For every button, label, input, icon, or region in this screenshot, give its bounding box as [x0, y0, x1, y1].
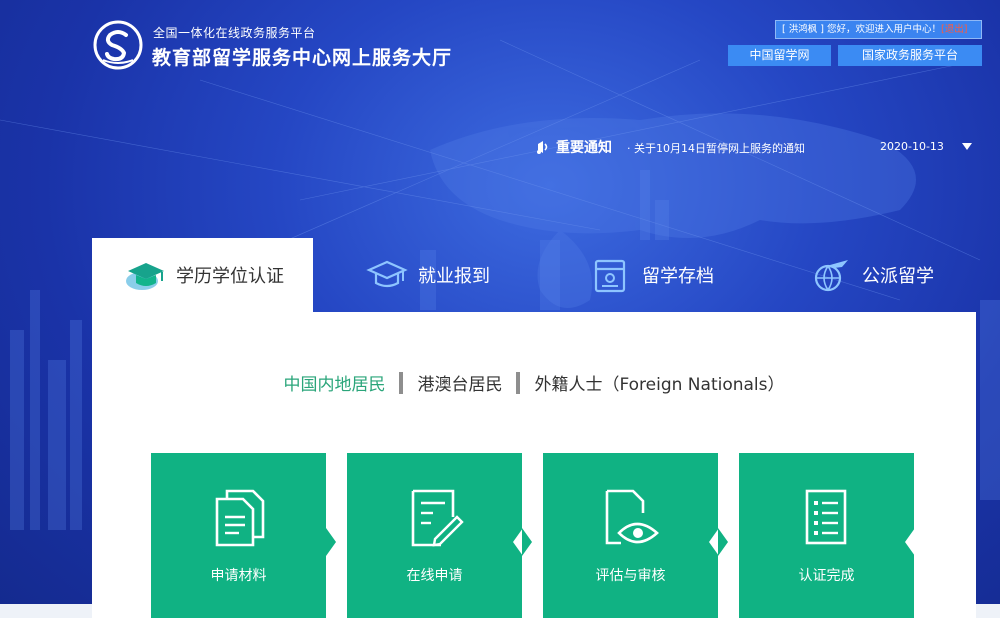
link-china-study-abroad[interactable]: 中国留学网: [728, 45, 831, 66]
notice-link[interactable]: · 关于10月14日暂停网上服务的通知: [627, 140, 805, 156]
tab-label: 学历学位认证: [176, 266, 284, 287]
step-arrow: [718, 528, 728, 556]
tab-degree-certification[interactable]: 学历学位认证: [92, 238, 313, 312]
step-label: 在线申请: [406, 568, 463, 584]
step-label: 申请材料: [210, 568, 267, 584]
archive-folder-icon: [594, 259, 626, 293]
globe-plane-icon: [814, 260, 848, 292]
tab-label: 留学存档: [642, 266, 714, 287]
document-eye-icon: [605, 489, 659, 545]
tab-hk-macao-taiwan-residents[interactable]: 港澳台居民: [403, 370, 516, 395]
platform-subtitle: 全国一体化在线政务服务平台: [153, 26, 316, 40]
step-arrow: [522, 528, 532, 556]
user-greeting: [ 洪鸿枫 ] 您好，欢迎进入用户中心！: [782, 24, 941, 35]
notice-date: 2020-10-13: [880, 140, 944, 153]
tab-label: 就业报到: [418, 266, 490, 287]
mortarboard-icon: [366, 260, 408, 288]
tab-government-sponsored-study[interactable]: 公派留学: [810, 238, 980, 312]
tab-foreign-nationals[interactable]: 外籍人士（Foreign Nationals）: [520, 370, 798, 395]
site-title: 教育部留学服务中心网上服务大厅: [152, 47, 453, 69]
notice-dropdown-arrow-icon[interactable]: [962, 143, 972, 150]
step-online-application[interactable]: 在线申请: [347, 453, 532, 618]
form-edit-icon: [411, 489, 464, 547]
tab-study-archive[interactable]: 留学存档: [590, 238, 770, 312]
link-national-gov-service[interactable]: 国家政务服务平台: [838, 45, 982, 66]
notice-label: 重要通知: [556, 140, 612, 156]
tab-mainland-residents[interactable]: 中国内地居民: [269, 370, 399, 395]
checklist-icon: [805, 489, 847, 545]
step-application-materials[interactable]: 申请材料: [151, 453, 336, 618]
user-greeting-bar: [ 洪鸿枫 ] 您好，欢迎进入用户中心！[退出]: [775, 20, 982, 39]
step-notch: [905, 528, 915, 556]
graduation-cap-icon: [126, 263, 164, 290]
logout-link[interactable]: [退出]: [941, 24, 967, 35]
resident-type-tabs: 中国内地居民 港澳台居民 外籍人士（Foreign Nationals）: [92, 370, 976, 395]
step-certification-complete[interactable]: 认证完成: [739, 453, 915, 618]
certification-panel: 中国内地居民 港澳台居民 外籍人士（Foreign Nationals） 申请材…: [92, 312, 976, 618]
tab-employment-registration[interactable]: 就业报到: [366, 238, 546, 312]
megaphone-icon: [537, 141, 548, 154]
logo-icon: [93, 20, 143, 70]
step-label: 认证完成: [798, 568, 855, 584]
step-arrow: [326, 528, 336, 556]
step-label: 评估与审核: [595, 568, 666, 584]
step-evaluation-review[interactable]: 评估与审核: [543, 453, 728, 618]
documents-icon: [215, 489, 265, 547]
tab-label: 公派留学: [862, 266, 934, 287]
